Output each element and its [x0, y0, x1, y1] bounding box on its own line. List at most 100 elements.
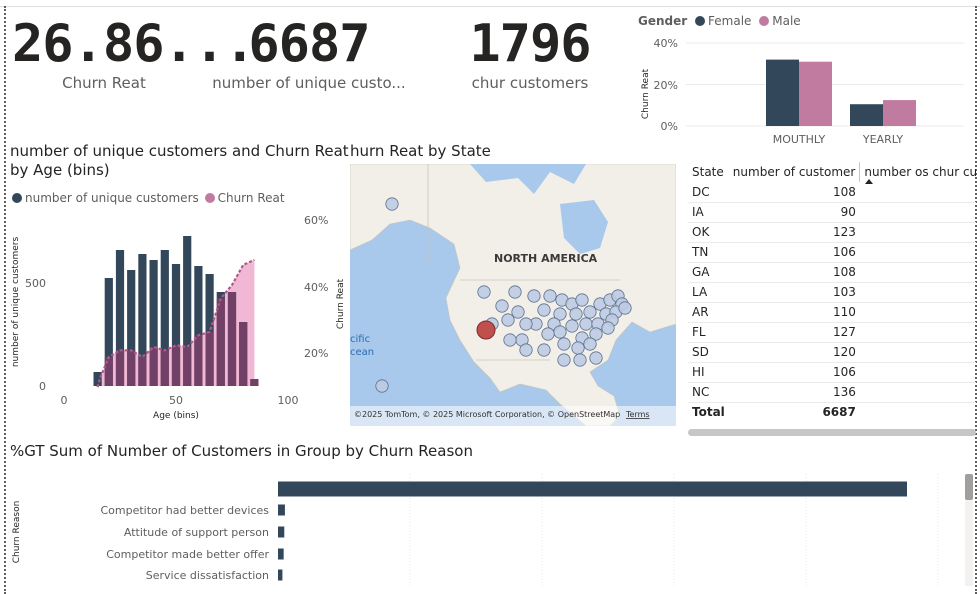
kpi-card-churn-rate[interactable]: 26.86... Churn Reat — [12, 14, 255, 104]
age-bar-overlap — [216, 298, 225, 386]
cell-state: SD — [688, 342, 729, 363]
header-churn-customers[interactable]: number os chur cus — [859, 162, 976, 182]
reason-bar[interactable] — [278, 504, 285, 516]
state-table-header: State number of customer number os chur … — [688, 162, 976, 182]
cell-customers: 127 — [728, 322, 860, 343]
reason-bar[interactable] — [278, 526, 285, 538]
kpi-card-unique-customers[interactable]: 6687 number of unique custo... — [210, 14, 408, 104]
cell-churn-customers — [859, 382, 976, 403]
state-bubble[interactable] — [569, 307, 583, 321]
gender-chart[interactable]: Gender Female Male Churn Reat 40% 20% 0%… — [632, 10, 972, 150]
table-row[interactable]: LA 103 — [688, 282, 976, 303]
state-bubble[interactable] — [537, 343, 551, 357]
cell-churn-customers — [859, 202, 976, 223]
age-bar-overlap — [183, 346, 192, 386]
header-state[interactable]: State — [688, 162, 729, 182]
age-bar[interactable] — [93, 372, 102, 386]
table-row[interactable]: OK 123 — [688, 222, 976, 243]
state-bubble[interactable] — [508, 285, 522, 299]
north-america-map[interactable]: NORTH AMERICA cific cean ©2025 TomTom, ©… — [350, 164, 676, 426]
gender-chart-plot: Churn Reat 40% 20% 0% MOUTHLY YEARLY — [641, 37, 964, 146]
sort-arrow-icon — [865, 179, 873, 184]
state-bubble-highlight[interactable] — [476, 320, 496, 340]
state-bubble[interactable] — [557, 337, 571, 351]
kpi-card-churn-customers[interactable]: 1796 chur customers — [440, 14, 620, 104]
state-bubble[interactable] — [519, 343, 533, 357]
state-bubble[interactable] — [543, 289, 557, 303]
reason-scrollbar-thumb[interactable] — [965, 474, 973, 500]
state-bubble[interactable] — [527, 289, 541, 303]
reason-bar[interactable] — [278, 548, 284, 560]
reason-bar[interactable] — [278, 569, 283, 581]
state-bubble[interactable] — [511, 305, 525, 319]
map-ocean-label: cean — [350, 347, 374, 358]
cell-customers: 103 — [728, 282, 860, 303]
state-table[interactable]: State number of customer number os chur … — [688, 162, 976, 438]
state-bubble[interactable] — [375, 379, 389, 393]
table-horizontal-scrollbar[interactable] — [688, 429, 976, 436]
map-attribution: ©2025 TomTom, © 2025 Microsoft Corporati… — [354, 410, 620, 419]
cell-customers: 108 — [728, 182, 860, 203]
state-bubble[interactable] — [503, 333, 517, 347]
state-bubble[interactable] — [571, 341, 585, 355]
state-bubble[interactable] — [618, 301, 632, 315]
state-bubble[interactable] — [573, 353, 587, 367]
reason-chart[interactable]: Churn Reason Competitor had better devic… — [6, 468, 974, 590]
age-chart[interactable]: number of unique customers and Churn Rea… — [8, 142, 349, 432]
state-bubble[interactable] — [565, 319, 579, 333]
table-row[interactable]: FL 127 — [688, 322, 976, 343]
state-bubble[interactable] — [579, 317, 593, 331]
state-bubble[interactable] — [477, 285, 491, 299]
table-row[interactable]: DC 108 — [688, 182, 976, 203]
cell-customers: 110 — [728, 302, 860, 323]
cell-customers: 123 — [728, 222, 860, 243]
state-bubble[interactable] — [583, 337, 597, 351]
gender-bar-female-yearly[interactable] — [850, 104, 883, 126]
state-bubble[interactable] — [575, 293, 589, 307]
state-bubble[interactable] — [385, 197, 399, 211]
state-bubble[interactable] — [589, 351, 603, 365]
age-bar-overlap — [149, 346, 158, 386]
reason-vertical-scrollbar[interactable] — [965, 474, 973, 586]
gender-bar-male-yearly[interactable] — [883, 100, 916, 126]
map-axis-area: Churn Reat — [336, 278, 346, 329]
legend-label-churn: Churn Reat — [217, 191, 285, 205]
gender-x-tick: MOUTHLY — [773, 133, 826, 146]
cell-customers: 120 — [728, 342, 860, 363]
reason-y-axis-title: Churn Reason — [12, 501, 22, 564]
state-bubble[interactable] — [553, 325, 567, 339]
total-label: Total — [688, 401, 729, 422]
age-x-axis-title: Age (bins) — [153, 411, 199, 421]
state-bubble[interactable] — [519, 317, 533, 331]
reason-bar[interactable] — [278, 481, 907, 497]
table-row[interactable]: NC 136 — [688, 382, 976, 403]
gender-bar-female-mouthly[interactable] — [766, 59, 799, 126]
state-bubble[interactable] — [495, 299, 509, 313]
gender-bar-male-mouthly[interactable] — [799, 61, 832, 126]
state-bubble[interactable] — [583, 305, 597, 319]
total-churn — [859, 401, 976, 422]
map-visual[interactable]: Churn Reat NORTH AMERICA cific cean ©202… — [332, 164, 676, 426]
table-row[interactable]: HI 106 — [688, 362, 976, 383]
table-row[interactable]: AR 110 — [688, 302, 976, 323]
map-terms-link[interactable]: Terms — [625, 410, 650, 419]
state-bubble[interactable] — [541, 327, 555, 341]
state-bubble[interactable] — [537, 303, 551, 317]
reason-label: Attitude of support person — [124, 526, 269, 539]
table-row[interactable]: TN 106 — [688, 242, 976, 263]
table-row[interactable]: IA 90 — [688, 202, 976, 223]
age-bar-overlap — [205, 331, 214, 386]
header-customers[interactable]: number of customer — [729, 162, 860, 182]
age-x-tick: 0 — [61, 394, 68, 407]
state-bubble[interactable] — [557, 353, 571, 367]
table-row[interactable]: SD 120 — [688, 342, 976, 363]
state-bubble[interactable] — [601, 321, 615, 335]
kpi-value: 1796 — [469, 14, 591, 74]
cell-churn-customers — [859, 302, 976, 323]
kpi-label: number of unique custo... — [212, 74, 406, 92]
cell-state: IA — [688, 202, 729, 223]
age-bar-overlap — [115, 350, 125, 386]
table-row[interactable]: GA 108 — [688, 262, 976, 283]
state-bubble[interactable] — [501, 313, 515, 327]
reason-label: Service dissatisfaction — [146, 569, 269, 582]
